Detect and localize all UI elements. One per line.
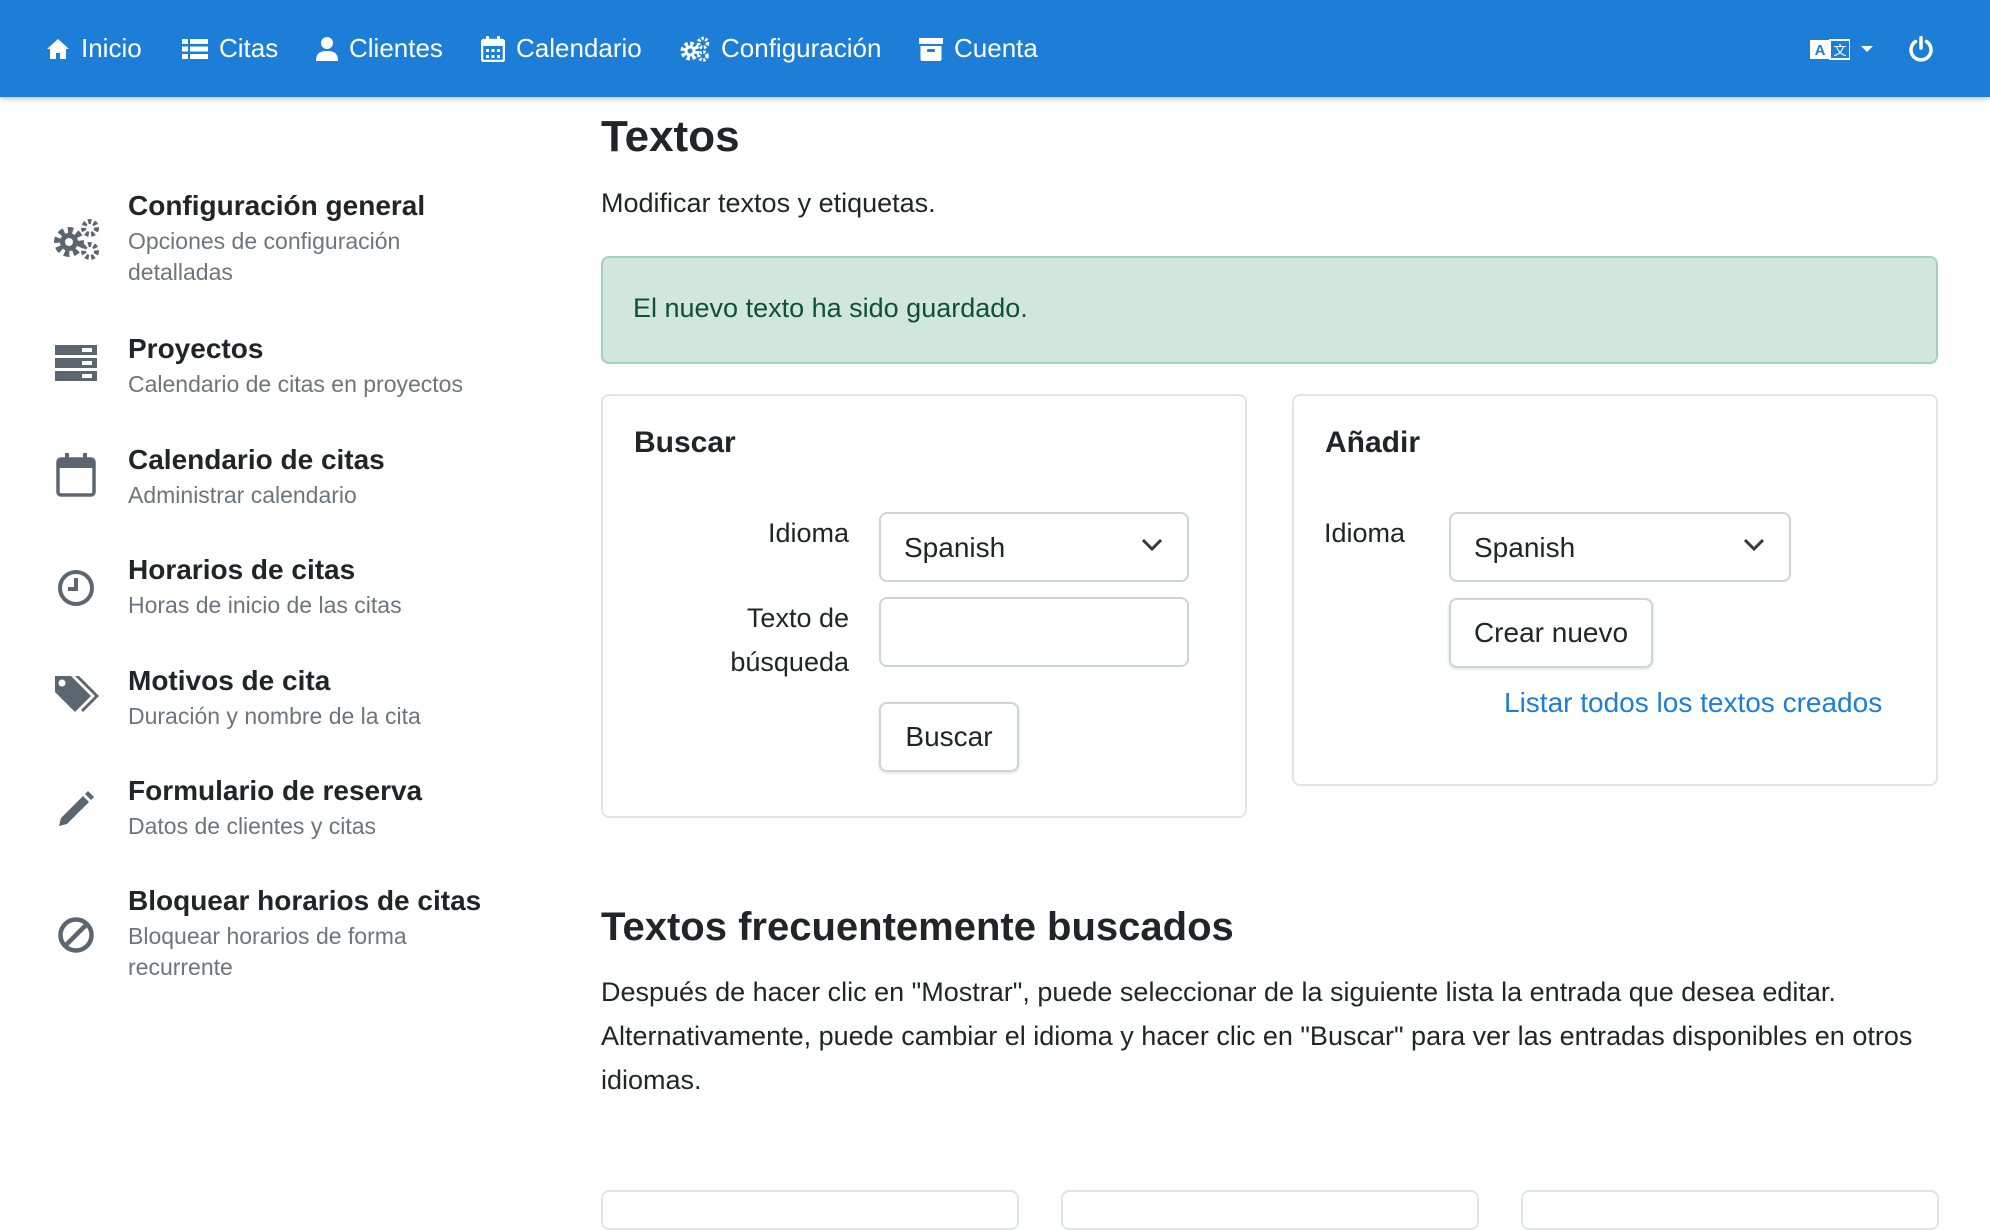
gears-icon: [680, 36, 710, 62]
top-navbar: Inicio Citas Clientes Calendario Configu…: [0, 0, 1990, 97]
add-language-label: Idioma: [1324, 518, 1406, 548]
nav-label: Cuenta: [954, 33, 1038, 63]
sidebar-item-subtitle: Datos de clientes y citas: [128, 813, 377, 839]
sidebar-item-title: Bloquear horarios de citas: [128, 885, 482, 916]
sidebar-item-bloquear-horarios[interactable]: Bloquear horarios de citas Bloquear hora…: [52, 885, 512, 985]
chevron-down-icon: [1141, 538, 1163, 552]
language-dropdown[interactable]: A文: [1810, 30, 1874, 68]
success-alert: El nuevo texto ha sido guardado.: [601, 256, 1938, 364]
add-language-value: Spanish: [1474, 532, 1576, 563]
frequent-text-card: [1521, 1190, 1939, 1230]
nav-label: Clientes: [349, 33, 443, 63]
sidebar-item-title: Formulario de reserva: [128, 775, 423, 806]
nav-calendario[interactable]: Calendario: [481, 0, 642, 97]
sidebar-item-proyectos[interactable]: Proyectos Calendario de citas en proyect…: [52, 333, 512, 433]
server-icon: [52, 339, 100, 387]
nav-label: Calendario: [516, 33, 642, 63]
page-title: Textos: [601, 112, 740, 161]
search-language-select[interactable]: Spanish: [879, 512, 1189, 582]
add-card: Añadir Idioma Spanish Crear nuevo Listar…: [1292, 394, 1938, 786]
search-text-label-line2: búsqueda: [730, 647, 849, 677]
nav-inicio[interactable]: Inicio: [46, 0, 142, 97]
search-language-label: Idioma: [767, 518, 849, 548]
logout-button[interactable]: [1908, 30, 1934, 68]
pencil-icon: [52, 785, 100, 833]
user-icon: [316, 36, 338, 61]
svg-text:A: A: [1815, 42, 1826, 59]
search-text-label-line1: Texto de: [746, 603, 849, 633]
sidebar-item-motivos-de-cita[interactable]: Motivos de cita Duración y nombre de la …: [52, 665, 512, 765]
svg-text:文: 文: [1833, 44, 1846, 59]
tags-icon: [52, 671, 100, 719]
sidebar-item-title: Proyectos: [128, 333, 264, 364]
frequent-text-card: [1061, 1190, 1479, 1230]
create-new-button[interactable]: Crear nuevo: [1449, 598, 1653, 668]
frequent-texts-title: Textos frecuentemente buscados: [601, 905, 1234, 949]
nav-label: Citas: [219, 33, 279, 63]
sidebar-item-subtitle: Administrar calendario: [128, 482, 357, 508]
sidebar-item-subtitle: Bloquear horarios de forma recurrente: [128, 923, 407, 980]
home-icon: [47, 38, 69, 59]
search-button[interactable]: Buscar: [879, 702, 1019, 772]
search-card: Buscar Idioma Spanish Texto de búsqueda …: [601, 394, 1247, 818]
add-language-select[interactable]: Spanish: [1449, 512, 1791, 582]
list-all-texts-link[interactable]: Listar todos los textos creados: [1504, 687, 1882, 719]
page-subtitle: Modificar textos y etiquetas.: [601, 188, 936, 218]
language-icon: A文: [1810, 39, 1850, 60]
sidebar-item-configuracion-general[interactable]: Configuración general Opciones de config…: [52, 190, 512, 290]
nav-citas[interactable]: Citas: [182, 0, 278, 97]
alert-message: El nuevo texto ha sido guardado.: [633, 293, 1028, 323]
frequent-text-card: [601, 1190, 1019, 1230]
calendar-icon: [52, 451, 100, 499]
gears-icon: [52, 216, 100, 264]
sidebar-item-title: Configuración general: [128, 190, 426, 221]
archive-icon: [919, 37, 943, 61]
sidebar-item-formulario-de-reserva[interactable]: Formulario de reserva Datos de clientes …: [52, 775, 512, 875]
list-icon: [182, 38, 208, 59]
sidebar-item-subtitle: Duración y nombre de la cita: [128, 703, 421, 729]
nav-label: Inicio: [81, 33, 142, 63]
sidebar-item-subtitle: Opciones de configuración detalladas: [128, 228, 401, 285]
search-text-label: Texto de búsqueda: [663, 596, 849, 684]
sidebar-item-title: Motivos de cita: [128, 665, 331, 696]
sidebar-item-calendario-de-citas[interactable]: Calendario de citas Administrar calendar…: [52, 444, 512, 544]
nav-label: Configuración: [721, 33, 882, 63]
nav-configuracion[interactable]: Configuración: [680, 0, 881, 97]
sidebar-item-title: Calendario de citas: [128, 444, 385, 475]
search-text-input[interactable]: [879, 597, 1189, 667]
search-card-title: Buscar: [634, 426, 736, 459]
sidebar-item-title: Horarios de citas: [128, 554, 356, 585]
power-icon: [1909, 36, 1933, 62]
frequent-texts-description: Después de hacer clic en "Mostrar", pued…: [601, 977, 1913, 1095]
caret-down-icon: [1861, 46, 1873, 52]
chevron-down-icon: [1743, 538, 1765, 552]
sidebar-item-subtitle: Calendario de citas en proyectos: [128, 371, 463, 397]
nav-clientes[interactable]: Clientes: [316, 0, 443, 97]
sidebar-item-horarios-de-citas[interactable]: Horarios de citas Horas de inicio de las…: [52, 554, 512, 654]
nav-cuenta[interactable]: Cuenta: [919, 0, 1038, 97]
sidebar-item-subtitle: Horas de inicio de las citas: [128, 592, 402, 618]
calendar-icon: [481, 35, 505, 62]
search-language-value: Spanish: [904, 532, 1006, 563]
clock-icon: [52, 564, 100, 612]
add-card-title: Añadir: [1325, 426, 1421, 459]
ban-icon: [52, 911, 100, 959]
